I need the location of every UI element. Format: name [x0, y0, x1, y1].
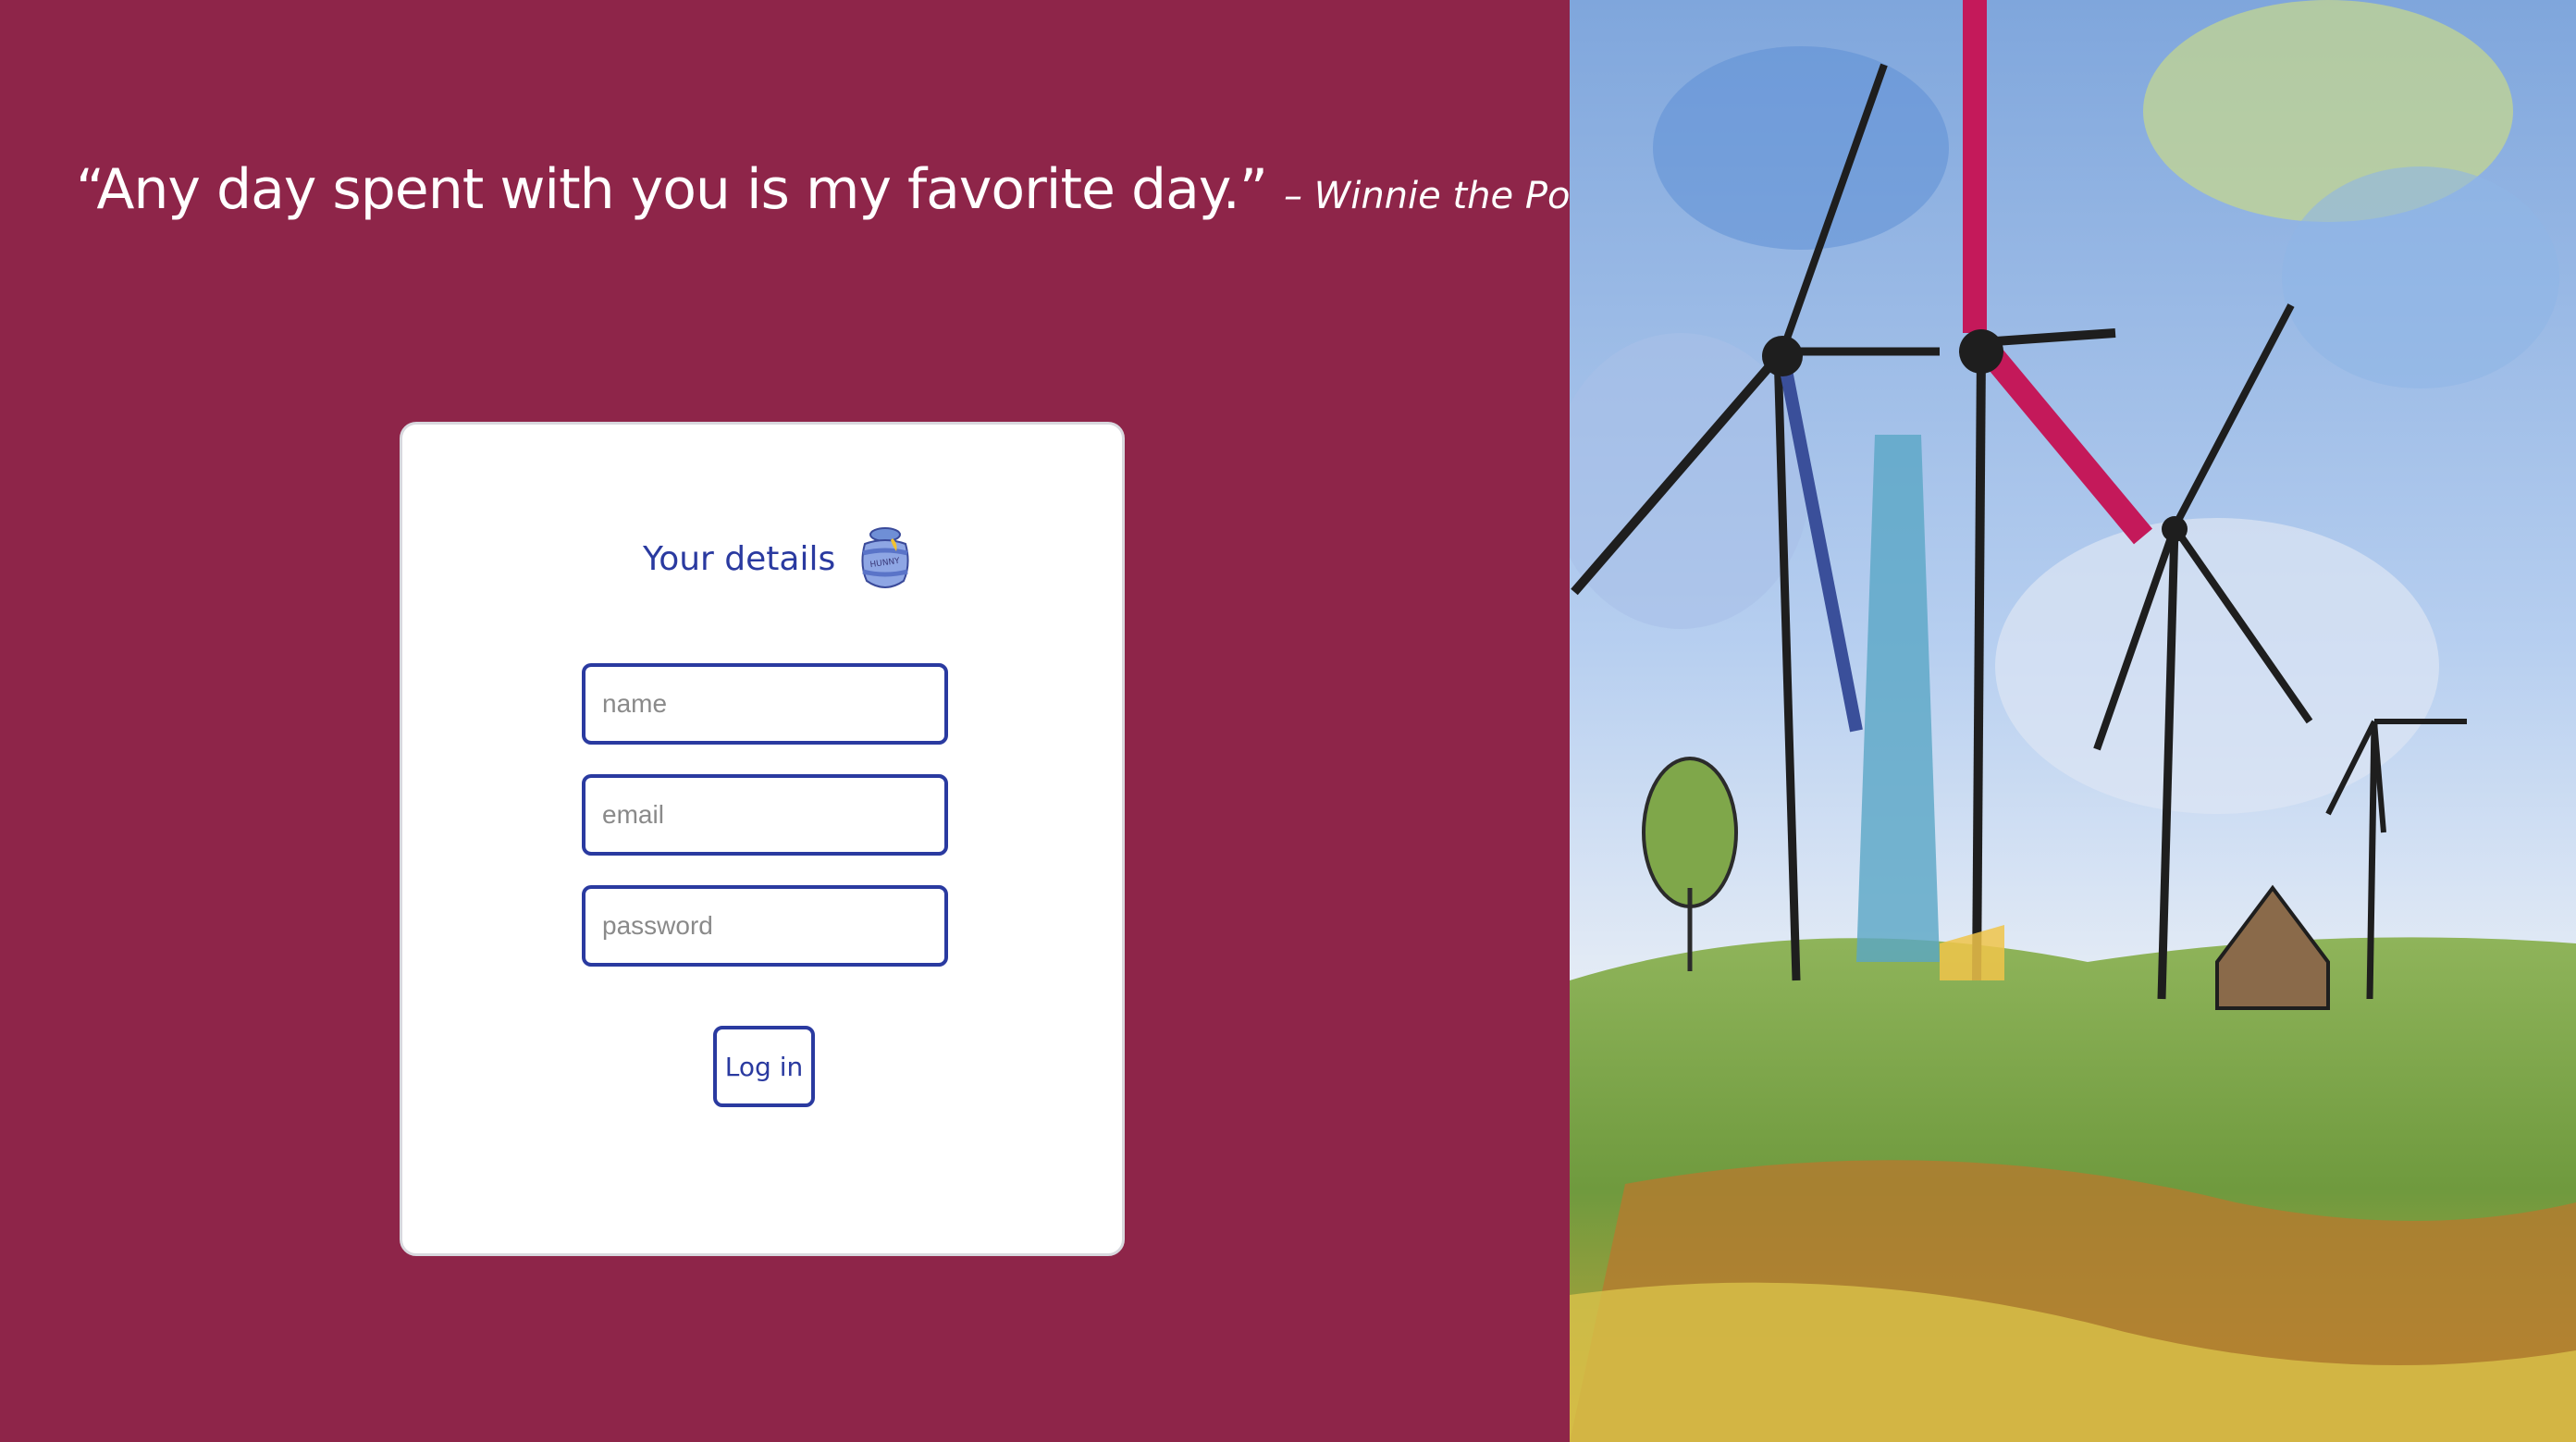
left-panel: “Any day spent with you is my favorite d… [0, 0, 1616, 1442]
card-title: Your details [643, 539, 836, 578]
quote: “Any day spent with you is my favorite d… [76, 157, 1616, 222]
quote-text: “Any day spent with you is my favorite d… [76, 157, 1268, 222]
login-page: “Any day spent with you is my favorite d… [0, 0, 2576, 1442]
quote-author: – Winnie the Pooh [1283, 175, 1617, 217]
login-card: Your details HUNNY Log in [400, 422, 1125, 1256]
email-input[interactable] [582, 774, 948, 856]
card-header: Your details HUNNY [643, 517, 920, 600]
windmill-illustration [1551, 0, 2576, 1442]
name-input[interactable] [582, 663, 948, 745]
honey-pot-icon: HUNNY [856, 524, 915, 594]
windmill-painting [1551, 0, 2576, 1442]
password-input[interactable] [582, 885, 948, 967]
login-button[interactable]: Log in [713, 1026, 815, 1107]
